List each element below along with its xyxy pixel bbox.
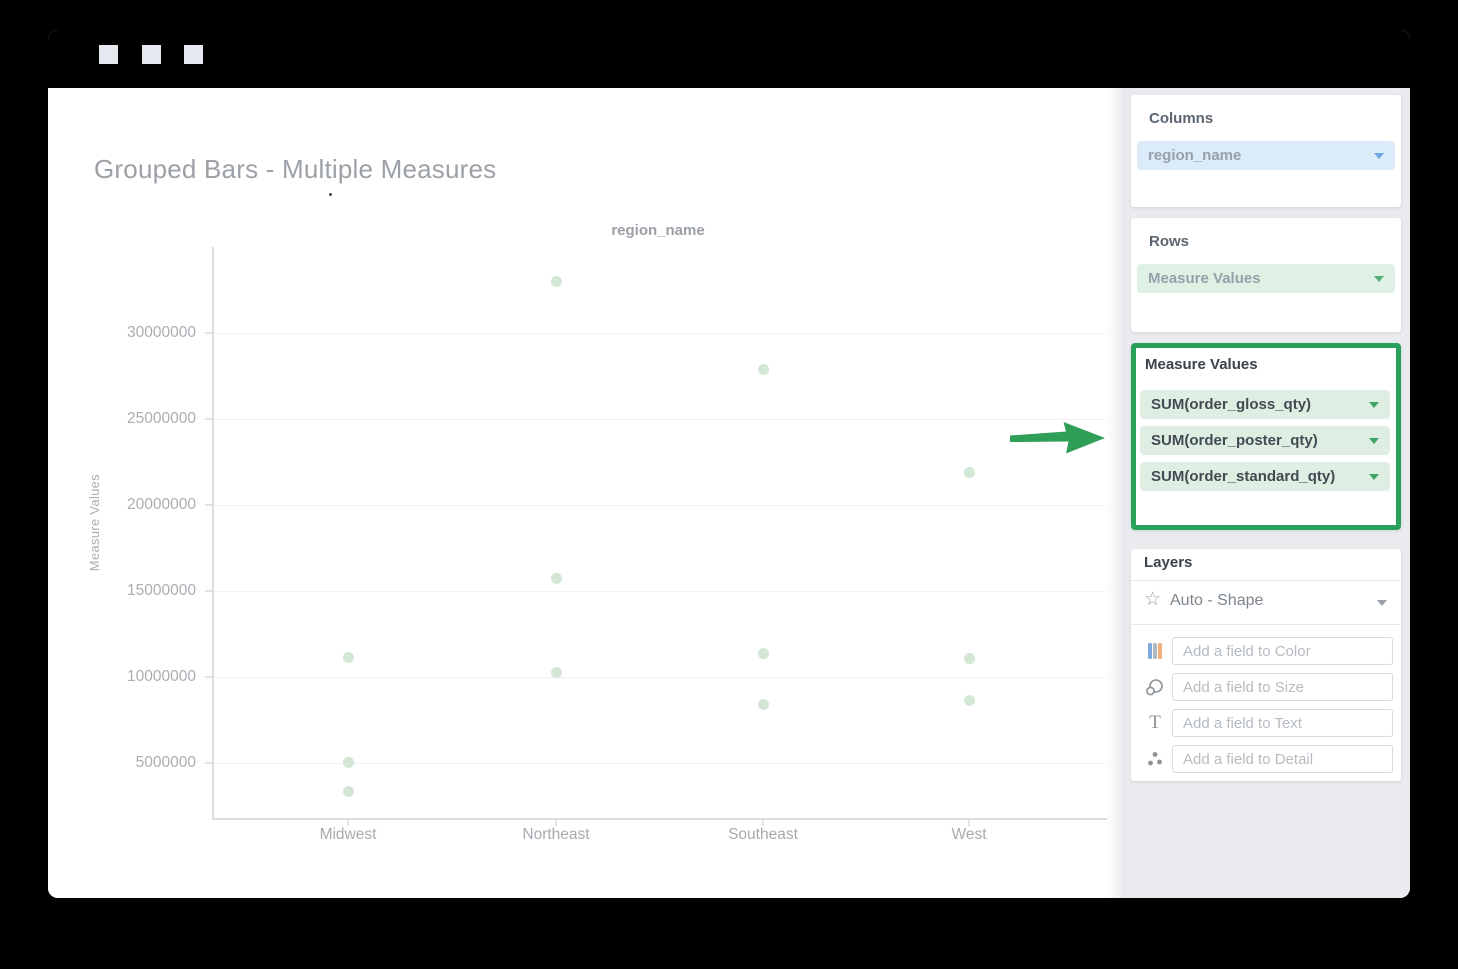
- rows-field-label: Measure Values: [1148, 270, 1261, 287]
- y-axis-tick: [205, 418, 212, 420]
- y-axis-tick: [205, 762, 212, 764]
- screenshot-frame: Grouped Bars - Multiple Measures region_…: [0, 0, 1458, 969]
- chevron-down-icon[interactable]: [1369, 474, 1379, 480]
- data-point[interactable]: [964, 653, 975, 664]
- layer-field-row: [1131, 673, 1401, 701]
- data-point[interactable]: [758, 648, 769, 659]
- panel-shadow: [1106, 88, 1122, 898]
- layers-panel: Layers ☆ Auto - Shape T: [1131, 549, 1401, 781]
- data-point[interactable]: [758, 699, 769, 710]
- rows-field-pill[interactable]: Measure Values: [1137, 264, 1395, 293]
- data-point[interactable]: [551, 667, 562, 678]
- window-control-square[interactable]: [99, 45, 118, 64]
- columns-panel: Columns region_name: [1131, 95, 1401, 207]
- window-titlebar: [48, 30, 1410, 88]
- layer-field-list: T: [1131, 549, 1401, 781]
- y-tick-label: 5000000: [86, 754, 196, 772]
- data-point[interactable]: [551, 573, 562, 584]
- measure-values-panel: Measure Values SUM(order_gloss_qty)SUM(o…: [1131, 343, 1401, 530]
- layer-field-row: T: [1131, 709, 1401, 737]
- y-tick-label: 15000000: [86, 582, 196, 600]
- grid-line: [214, 677, 1105, 678]
- app-window: Grouped Bars - Multiple Measures region_…: [48, 30, 1410, 898]
- layer-field-input[interactable]: [1172, 745, 1393, 773]
- chevron-down-icon[interactable]: [1374, 276, 1384, 282]
- chevron-down-icon[interactable]: [1369, 402, 1379, 408]
- measure-value-label: SUM(order_gloss_qty): [1151, 396, 1311, 413]
- grid-line: [214, 419, 1105, 420]
- measure-value-pill[interactable]: SUM(order_standard_qty): [1140, 462, 1390, 491]
- columns-header: Columns: [1149, 110, 1213, 127]
- color-bars-icon: [1144, 637, 1166, 665]
- layer-field-row: [1131, 637, 1401, 665]
- annotation-arrow-icon: [1008, 419, 1108, 457]
- rows-header: Rows: [1149, 233, 1189, 250]
- y-axis-tick: [205, 676, 212, 678]
- columns-field-pill[interactable]: region_name: [1137, 141, 1395, 170]
- grid-line: [214, 333, 1105, 334]
- window-control-square[interactable]: [184, 45, 203, 64]
- rows-panel: Rows Measure Values: [1131, 218, 1401, 332]
- detail-dots-icon: [1144, 745, 1166, 773]
- y-axis-tick: [205, 332, 212, 334]
- measure-value-pill[interactable]: SUM(order_gloss_qty): [1140, 390, 1390, 419]
- data-point[interactable]: [343, 652, 354, 663]
- x-tick-label: Midwest: [268, 826, 428, 844]
- layer-field-row: [1131, 745, 1401, 773]
- measure-value-label: SUM(order_poster_qty): [1151, 432, 1318, 449]
- x-tick-label: Northeast: [476, 826, 636, 844]
- y-tick-label: 30000000: [86, 324, 196, 342]
- y-axis-tick: [205, 590, 212, 592]
- data-point[interactable]: [343, 786, 354, 797]
- grid-line: [214, 591, 1105, 592]
- layer-field-input[interactable]: [1172, 709, 1393, 737]
- y-tick-label: 25000000: [86, 410, 196, 428]
- y-axis-tick: [205, 504, 212, 506]
- data-point[interactable]: [964, 467, 975, 478]
- chevron-down-icon[interactable]: [1369, 438, 1379, 444]
- measure-value-pill[interactable]: SUM(order_poster_qty): [1140, 426, 1390, 455]
- measure-value-label: SUM(order_standard_qty): [1151, 468, 1335, 485]
- chart-canvas: Grouped Bars - Multiple Measures region_…: [48, 88, 1122, 898]
- text-icon: T: [1144, 709, 1166, 737]
- grid-line: [214, 505, 1105, 506]
- data-point[interactable]: [343, 757, 354, 768]
- measure-values-pill-list: SUM(order_gloss_qty) SUM(order_poster_qty…: [1140, 390, 1390, 498]
- x-tick-label: West: [889, 826, 1049, 844]
- layer-field-input[interactable]: [1172, 673, 1393, 701]
- data-point[interactable]: [758, 364, 769, 375]
- measure-values-header: Measure Values: [1145, 356, 1258, 373]
- size-bubbles-icon: [1144, 673, 1166, 701]
- x-tick-label: Southeast: [683, 826, 843, 844]
- chevron-down-icon[interactable]: [1374, 153, 1384, 159]
- y-tick-label: 10000000: [86, 668, 196, 686]
- data-point[interactable]: [551, 276, 562, 287]
- columns-field-label: region_name: [1148, 147, 1241, 164]
- window-control-square[interactable]: [142, 45, 161, 64]
- y-tick-label: 20000000: [86, 496, 196, 514]
- config-sidebar: Columns region_name Rows Measure Values …: [1122, 88, 1410, 898]
- plot-area: 5000000 10000000 15000000 20000000 25000000 3…: [48, 88, 1122, 898]
- data-point[interactable]: [964, 695, 975, 706]
- layer-field-input[interactable]: [1172, 637, 1393, 665]
